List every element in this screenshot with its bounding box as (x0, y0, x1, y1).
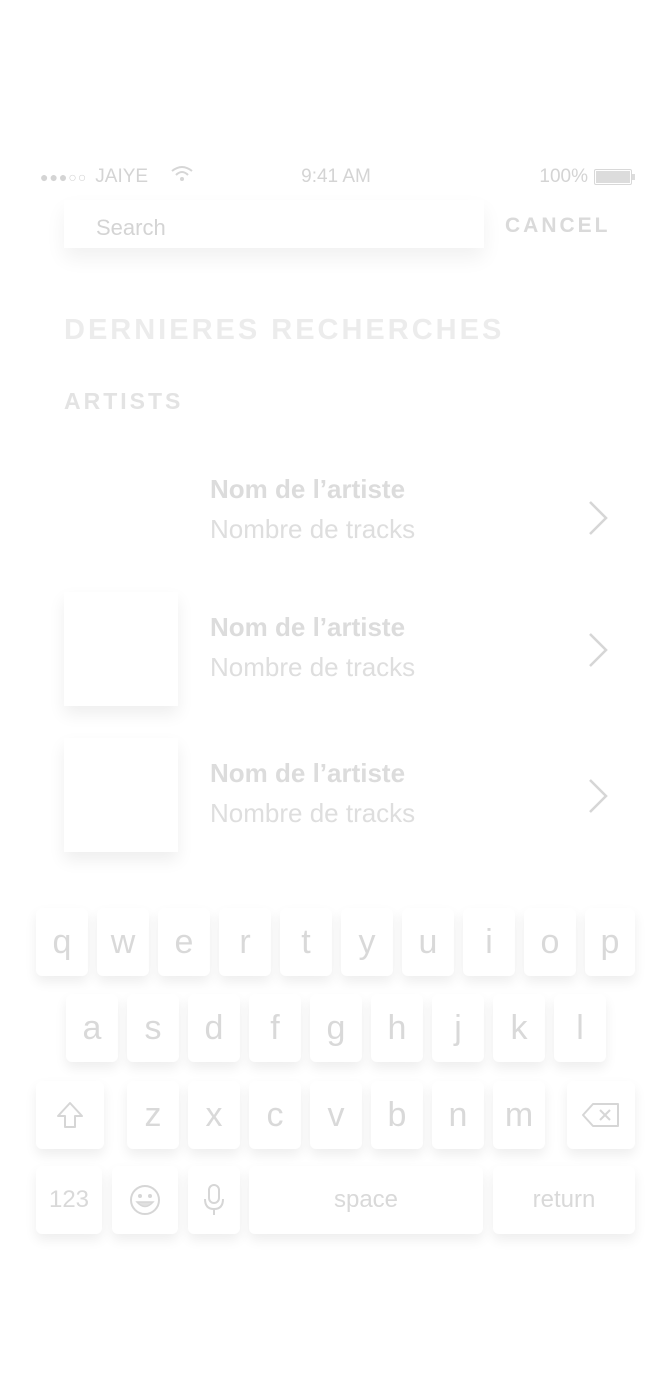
key-u[interactable]: u (402, 908, 454, 976)
key-d[interactable]: d (188, 994, 240, 1062)
microphone-key[interactable] (188, 1166, 240, 1234)
battery-info: 100% (539, 166, 635, 188)
microphone-icon (204, 1184, 224, 1215)
artist-track-count: Nombre de tracks (210, 652, 416, 682)
key-f[interactable]: f (249, 994, 301, 1062)
key-w[interactable]: w (97, 908, 149, 976)
artist-list-item[interactable]: Nom de l’artiste Nombre de tracks (0, 466, 672, 586)
key-v[interactable]: v (310, 1081, 362, 1149)
artist-track-count: Nombre de tracks (210, 798, 416, 828)
artist-track-count: Nombre de tracks (210, 514, 416, 544)
key-i[interactable]: i (463, 908, 515, 976)
key-q[interactable]: q (36, 908, 88, 976)
cancel-button[interactable]: CANCEL (505, 214, 611, 238)
key-x[interactable]: x (188, 1081, 240, 1149)
key-c[interactable]: c (249, 1081, 301, 1149)
key-o[interactable]: o (524, 908, 576, 976)
return-key[interactable]: return (493, 1166, 635, 1234)
key-s[interactable]: s (127, 994, 179, 1062)
key-l[interactable]: l (554, 994, 606, 1062)
artist-name: Nom de l’artiste (210, 758, 406, 788)
shift-icon (57, 1102, 83, 1128)
chevron-right-icon (589, 779, 608, 813)
key-b[interactable]: b (371, 1081, 423, 1149)
artist-name: Nom de l’artiste (210, 612, 406, 642)
artist-thumbnail (64, 738, 178, 852)
key-g[interactable]: g (310, 994, 362, 1062)
battery-icon (594, 169, 635, 185)
section-subtitle-artists: ARTISTS (64, 388, 184, 414)
key-k[interactable]: k (493, 994, 545, 1062)
key-j[interactable]: j (432, 994, 484, 1062)
delete-key[interactable] (567, 1081, 635, 1149)
space-key[interactable]: space (249, 1166, 483, 1234)
key-p[interactable]: p (585, 908, 635, 976)
chevron-right-icon (589, 633, 608, 667)
battery-percent: 100% (539, 166, 588, 187)
key-r[interactable]: r (219, 908, 271, 976)
key-e[interactable]: e (158, 908, 210, 976)
search-field[interactable] (64, 200, 484, 248)
artist-list-item[interactable]: Nom de l’artiste Nombre de tracks (0, 592, 672, 712)
key-z[interactable]: z (127, 1081, 179, 1149)
search-input[interactable] (64, 200, 484, 248)
artist-list-item[interactable]: Nom de l’artiste Nombre de tracks (0, 738, 672, 858)
key-y[interactable]: y (341, 908, 393, 976)
key-n[interactable]: n (432, 1081, 484, 1149)
chevron-right-icon (589, 501, 608, 535)
key-h[interactable]: h (371, 994, 423, 1062)
delete-icon (582, 1103, 619, 1127)
status-bar: ●●●○○ JAIYE 9:41 AM 100% (0, 160, 672, 194)
on-screen-keyboard: q w e r t y u i o p a s d f g h j k l z … (0, 900, 672, 1260)
section-title-recent-searches: DERNIERES RECHERCHES (64, 314, 505, 346)
artist-name: Nom de l’artiste (210, 474, 406, 504)
key-m[interactable]: m (493, 1081, 545, 1149)
emoji-icon (130, 1185, 160, 1215)
artist-thumbnail (64, 592, 178, 706)
key-t[interactable]: t (280, 908, 332, 976)
numbers-key[interactable]: 123 (36, 1166, 102, 1234)
shift-key[interactable] (36, 1081, 104, 1149)
emoji-key[interactable] (112, 1166, 178, 1234)
key-a[interactable]: a (66, 994, 118, 1062)
